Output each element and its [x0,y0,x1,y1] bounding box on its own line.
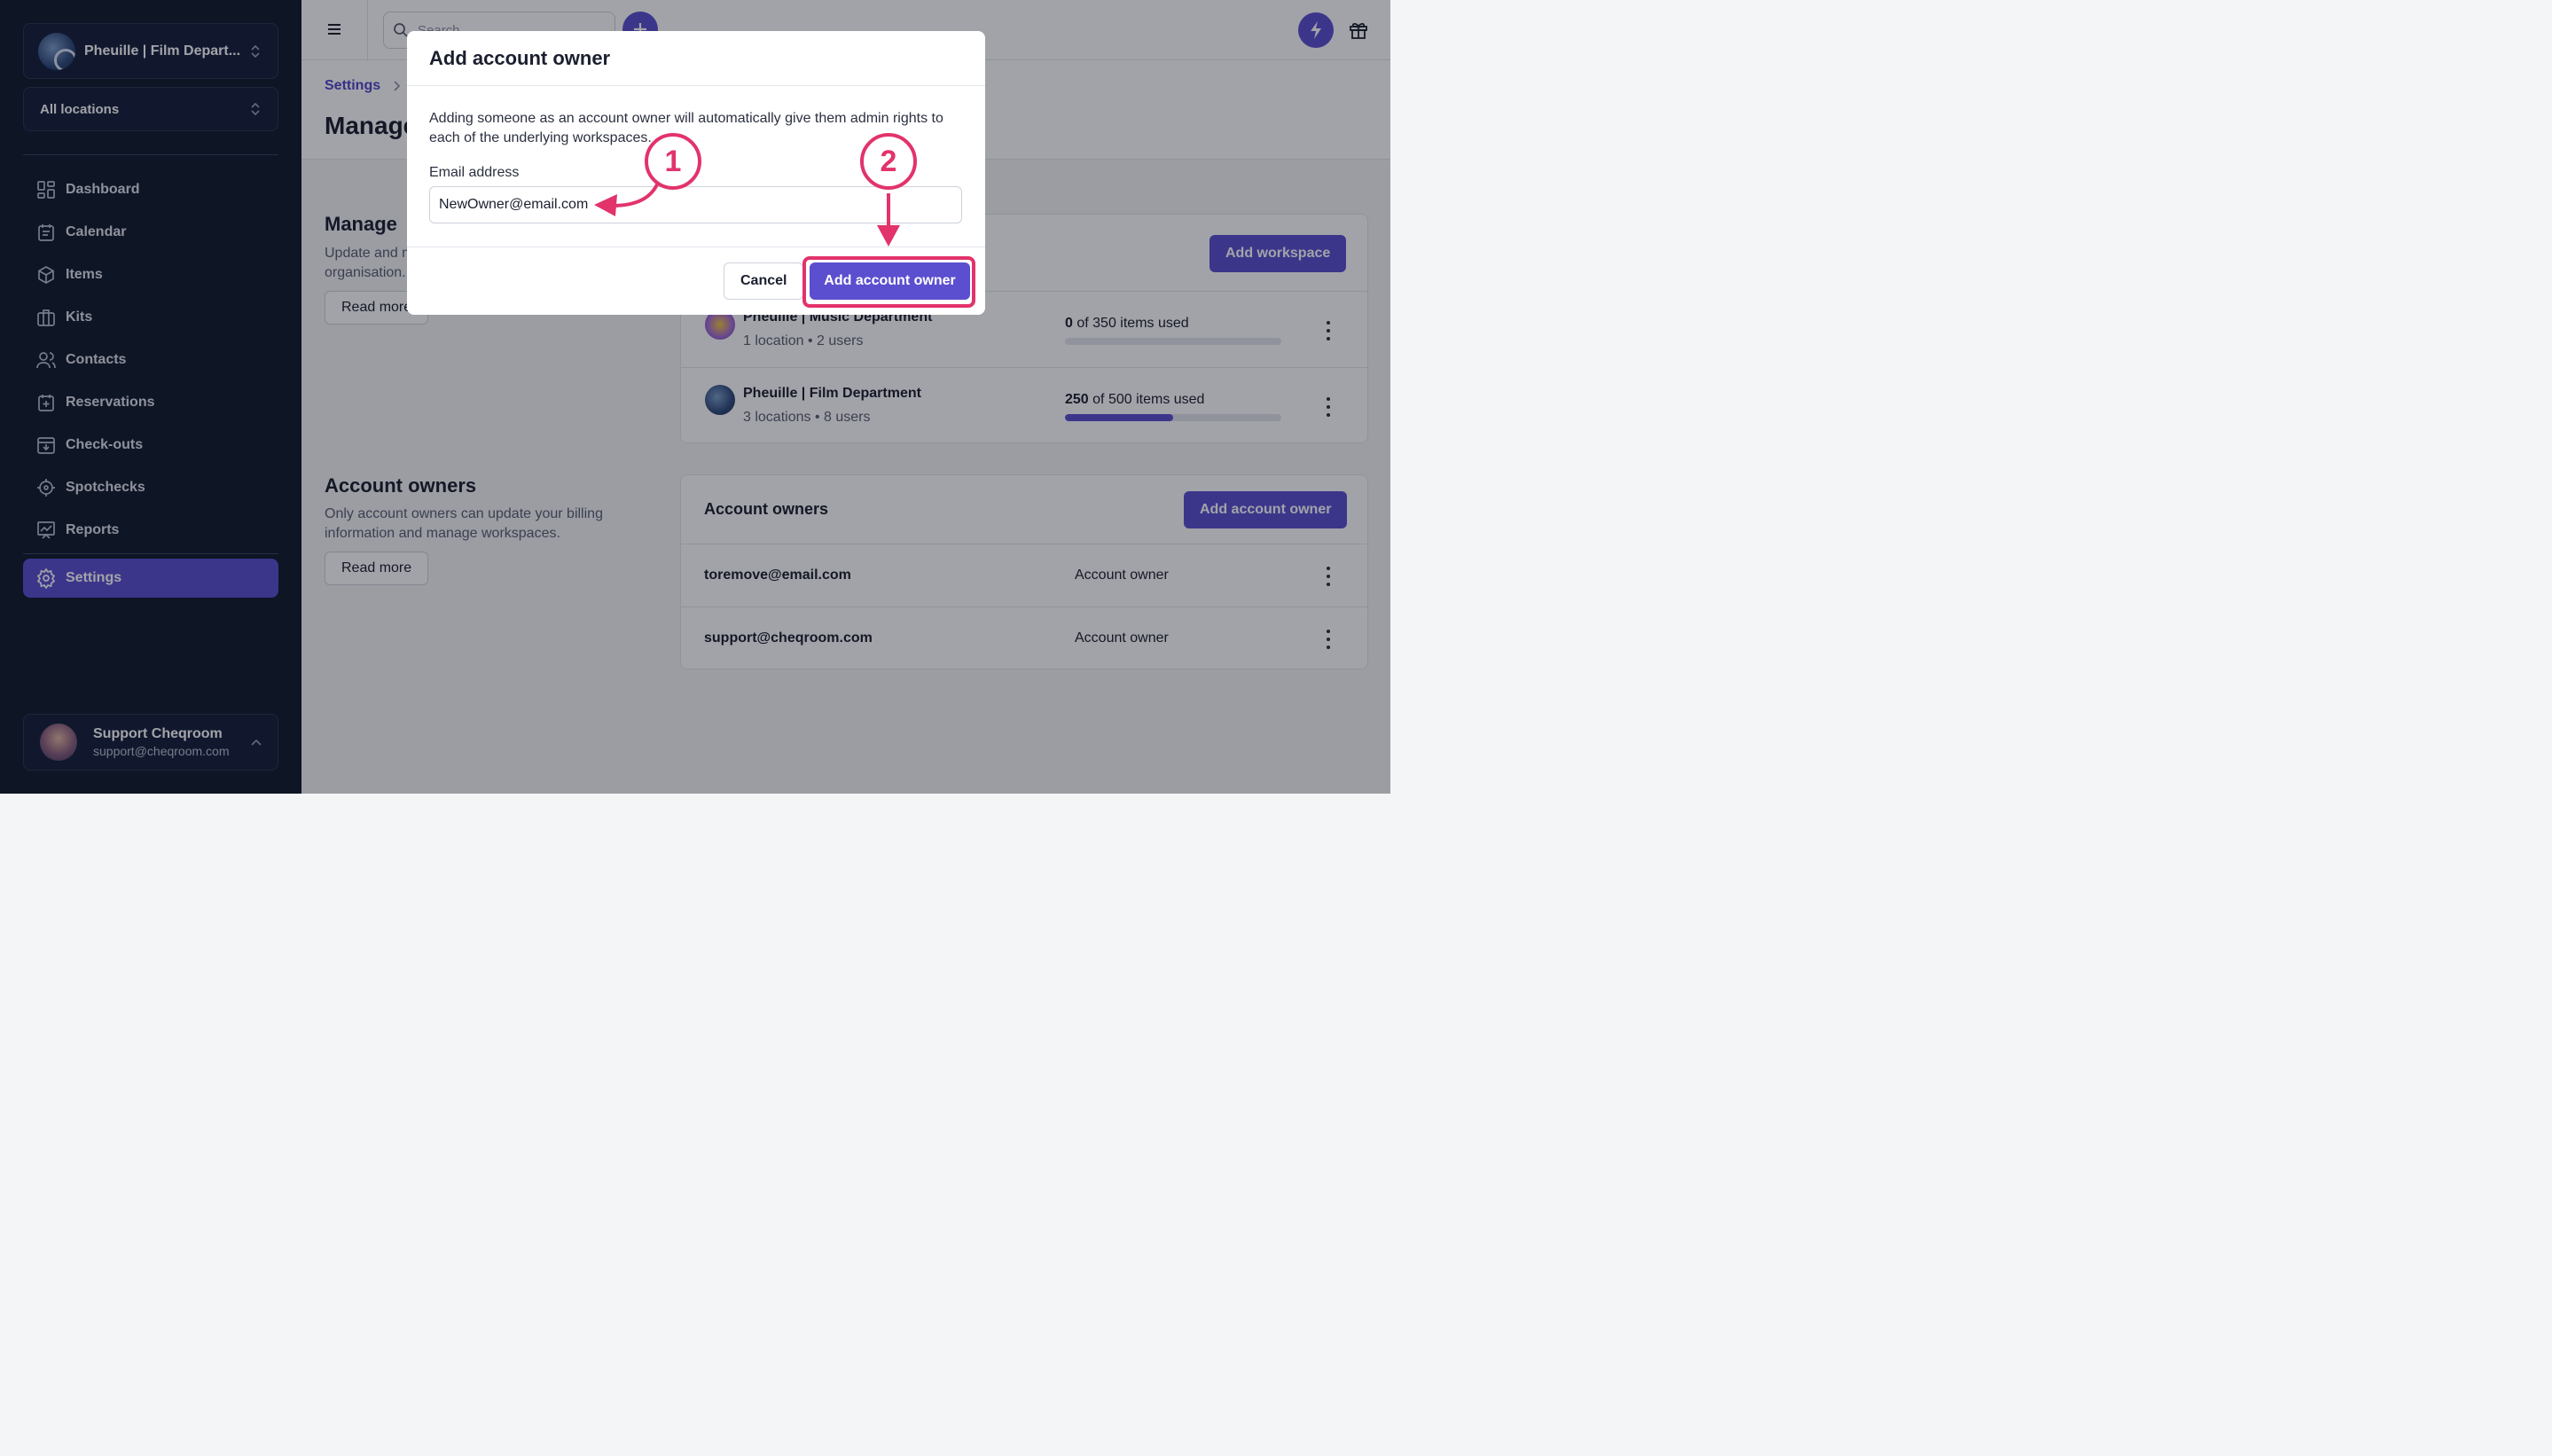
modal-divider [407,85,985,86]
modal-title: Add account owner [429,47,611,69]
annotation-highlight [802,256,975,308]
email-field[interactable]: NewOwner@email.com [429,186,962,223]
email-field-value: NewOwner@email.com [439,197,589,212]
cancel-button[interactable]: Cancel [724,262,804,300]
annotation-step-1: 1 [645,133,701,190]
annotation-step-2: 2 [860,133,917,190]
email-field-label: Email address [429,165,520,180]
